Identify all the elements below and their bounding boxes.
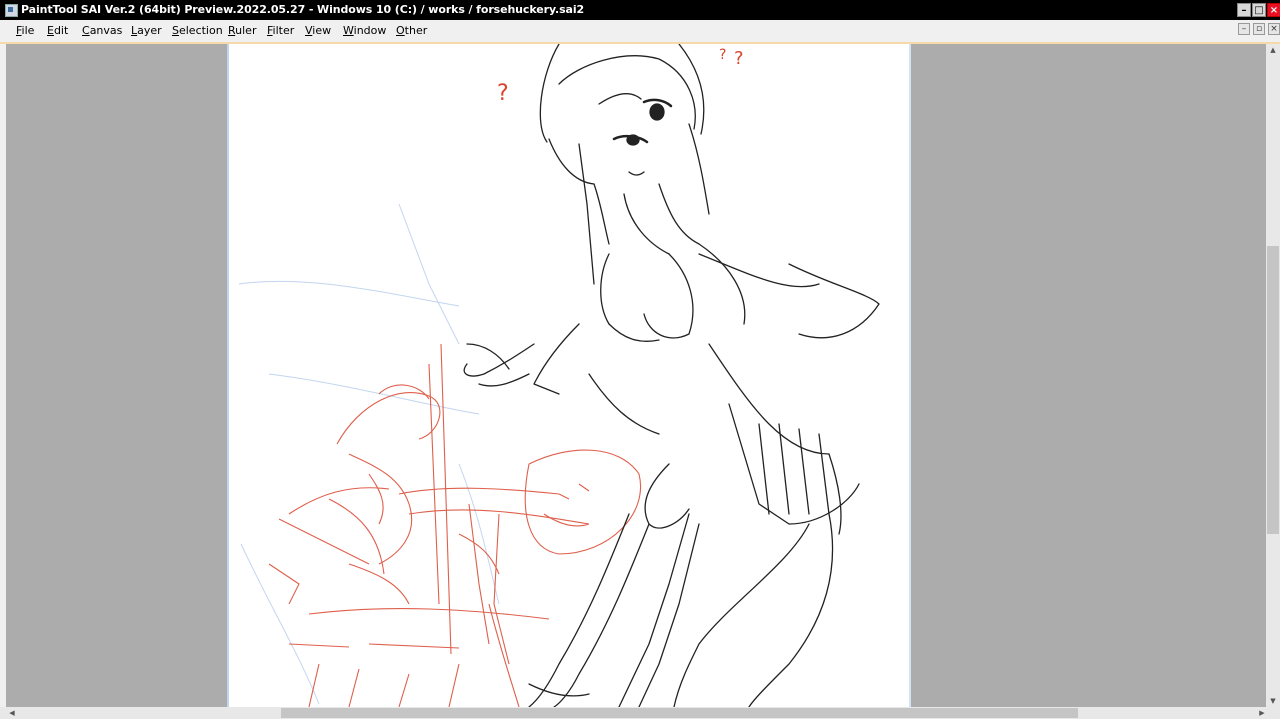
artwork-layer: ? ? ? [238, 44, 880, 707]
document-restore-button[interactable]: ▫ [1253, 23, 1265, 35]
menu-edit[interactable]: Edit [47, 24, 68, 37]
drawing-canvas[interactable]: ? ? ? [227, 44, 911, 707]
app-icon[interactable] [5, 4, 18, 17]
question-mark-sketch: ? [497, 81, 509, 106]
close-window-button[interactable]: × [1267, 3, 1280, 17]
vertical-scrollbar[interactable]: ▲ ▼ [1266, 44, 1280, 707]
menu-view[interactable]: View [305, 24, 331, 37]
scroll-left-arrow-icon[interactable]: ◀ [6, 707, 18, 719]
blue-sketch-layer [238, 203, 500, 705]
menu-window[interactable]: Window [343, 24, 386, 37]
menu-other[interactable]: Other [396, 24, 427, 37]
title-bar: PaintTool SAI Ver.2 (64bit) Preview.2022… [0, 0, 1280, 20]
horizontal-scroll-thumb[interactable] [281, 708, 1078, 718]
question-mark-sketch: ? [719, 47, 726, 63]
line-art-layer [463, 44, 880, 707]
question-mark-sketch: ? [734, 48, 744, 69]
vertical-scroll-thumb[interactable] [1267, 246, 1279, 534]
scroll-right-arrow-icon[interactable]: ▶ [1256, 707, 1268, 719]
scroll-up-arrow-icon[interactable]: ▲ [1267, 44, 1279, 56]
sketch-marks: ? ? ? [497, 47, 744, 106]
document-minimize-button[interactable]: – [1238, 23, 1250, 35]
menu-filter[interactable]: Filter [267, 24, 294, 37]
menu-selection[interactable]: Selection [172, 24, 223, 37]
document-close-button[interactable]: × [1268, 23, 1280, 35]
menu-ruler[interactable]: Ruler [228, 24, 256, 37]
red-sketch-layer [268, 343, 641, 707]
minimize-window-button[interactable]: – [1237, 3, 1251, 17]
menu-canvas[interactable]: Canvas [82, 24, 122, 37]
menu-bar: File Edit Canvas Layer Selection Ruler F… [0, 20, 1280, 43]
window-title: PaintTool SAI Ver.2 (64bit) Preview.2022… [21, 3, 585, 16]
scroll-down-arrow-icon[interactable]: ▼ [1267, 695, 1279, 707]
maximize-window-button[interactable]: □ [1252, 3, 1266, 17]
menu-layer[interactable]: Layer [131, 24, 162, 37]
horizontal-scrollbar[interactable]: ◀ ▶ [0, 707, 1280, 719]
menu-file[interactable]: File [16, 24, 34, 37]
